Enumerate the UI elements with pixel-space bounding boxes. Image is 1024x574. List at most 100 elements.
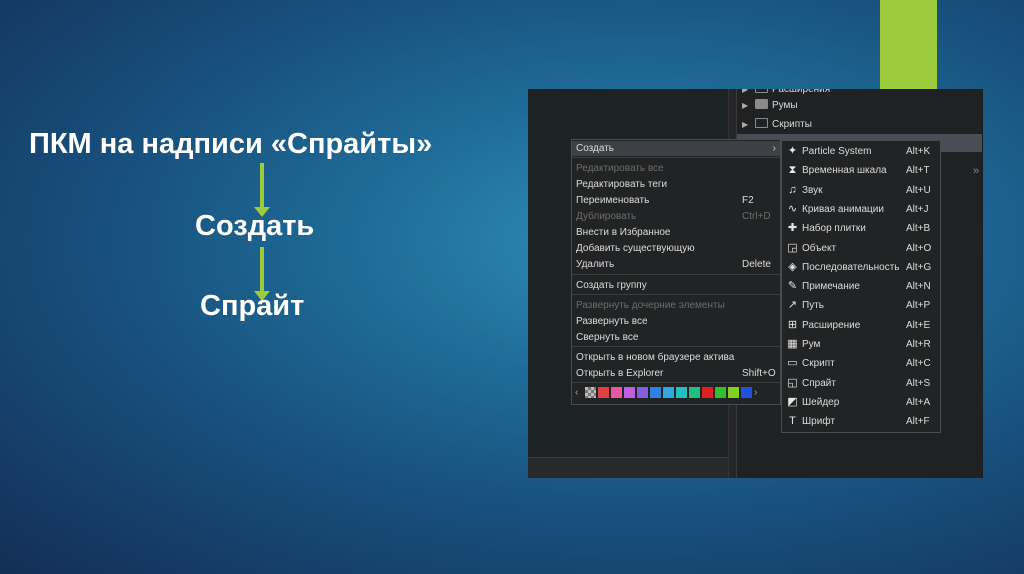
color-swatch[interactable] <box>728 387 739 398</box>
curve-icon: ∿ <box>787 202 798 215</box>
submenu-item[interactable]: ✚ Набор плитки Alt+B <box>782 219 940 238</box>
submenu-item-shortcut: Alt+R <box>906 339 931 350</box>
slide-step-1: ПКМ на надписи «Спрайты» <box>29 128 433 160</box>
menu-item-label: Дублировать <box>576 211 637 222</box>
menu-item-label: Редактировать все <box>576 163 664 174</box>
folder-icon <box>755 118 768 128</box>
submenu-item[interactable]: ▦ Рум Alt+R <box>782 335 940 354</box>
folder-icon <box>755 89 768 93</box>
sound-wave-icon: ♫ <box>788 183 797 196</box>
menu-item-label: Удалить <box>576 259 615 270</box>
menu-item-shortcut: Delete <box>742 259 771 270</box>
color-swatch-row: ‹ › <box>575 387 764 399</box>
submenu-item-shortcut: Alt+J <box>906 203 929 215</box>
menu-item-label: Развернуть все <box>576 316 648 327</box>
menu-item-label: Открыть в новом браузере актива <box>576 352 735 363</box>
object-icon: ◲ <box>787 241 798 254</box>
tileset-icon: ✚ <box>787 222 798 235</box>
submenu-item-shortcut: Alt+O <box>906 242 932 254</box>
tree-item-label: Скрипты <box>772 119 812 130</box>
color-swatch[interactable] <box>663 387 674 398</box>
sprite-icon: ◱ <box>787 376 798 389</box>
submenu-item[interactable]: ↗ Путь Alt+P <box>782 296 940 315</box>
context-menu-item[interactable]: Добавить существующую <box>572 241 780 256</box>
submenu-item[interactable]: ✎ Примечание Alt+N <box>782 277 940 296</box>
menu-item-label: Внести в Избранное <box>576 227 671 238</box>
context-menu-item[interactable]: Свернуть все <box>572 330 780 345</box>
submenu-item[interactable]: ◩ Шейдер Alt+A <box>782 393 940 412</box>
submenu-item[interactable]: ◱ Спрайт Alt+S <box>782 374 940 393</box>
submenu-item-shortcut: Alt+U <box>906 184 931 196</box>
color-swatch[interactable] <box>598 387 609 398</box>
expand-arrow-icon[interactable]: ▶ <box>742 118 752 132</box>
submenu-item-shortcut: Alt+T <box>906 165 930 177</box>
submenu-item[interactable]: ◈ Последовательность Alt+G <box>782 258 940 277</box>
font-icon: T <box>789 415 796 428</box>
context-menu-item[interactable]: Переименовать F2 <box>572 193 780 208</box>
submenu-item[interactable]: ⊞ Расширение Alt+E <box>782 316 940 335</box>
menu-item-label: Свернуть все <box>576 332 639 343</box>
hourglass-icon: ⧗ <box>788 164 797 177</box>
context-menu-item[interactable]: Открыть в Explorer Shift+O <box>572 366 780 381</box>
tree-item[interactable]: ▶ Румы <box>742 99 798 113</box>
sequence-icon: ◈ <box>788 260 797 273</box>
submenu-item-label: Скрипт <box>802 358 835 370</box>
context-menu-item[interactable]: Создать группу <box>572 278 780 293</box>
context-menu-item[interactable]: Редактировать все <box>572 161 780 176</box>
submenu-item[interactable]: T Шрифт Alt+F <box>782 412 940 431</box>
script-icon: ▭ <box>787 357 798 370</box>
submenu-item-shortcut: Alt+C <box>906 358 931 370</box>
submenu-item[interactable]: ∿ Кривая анимации Alt+J <box>782 200 940 219</box>
submenu-item-label: Particle System <box>802 146 872 157</box>
context-menu-item[interactable]: Открыть в новом браузере актива <box>572 350 780 365</box>
context-menu-item[interactable]: Развернуть дочерние элементы <box>572 298 780 313</box>
context-menu-item[interactable]: Внести в Избранное <box>572 225 780 240</box>
note-icon: ✎ <box>787 280 798 293</box>
expand-arrow-icon[interactable]: ▶ <box>742 89 752 97</box>
submenu-item-label: Звук <box>802 184 823 196</box>
tree-item-label: Расширения <box>772 89 831 95</box>
color-swatch[interactable] <box>585 387 596 398</box>
tree-item[interactable]: ▶ Скрипты <box>742 118 812 132</box>
submenu-item-label: Объект <box>802 242 837 254</box>
color-swatch[interactable] <box>741 387 752 398</box>
menu-item-label: Переименовать <box>576 195 650 206</box>
submenu-item[interactable]: ▭ Скрипт Alt+C <box>782 354 940 373</box>
color-swatch[interactable] <box>650 387 661 398</box>
color-swatch[interactable] <box>676 387 687 398</box>
folder-icon <box>755 99 768 109</box>
submenu-item[interactable]: ♫ Звук Alt+U <box>782 181 940 200</box>
context-menu-item[interactable]: Создать › <box>572 141 780 156</box>
color-swatch[interactable] <box>624 387 635 398</box>
color-swatch[interactable] <box>702 387 713 398</box>
tree-item[interactable]: ▶ Расширения <box>742 89 830 97</box>
color-swatch[interactable] <box>689 387 700 398</box>
expand-arrow-icon[interactable]: ▶ <box>742 99 752 113</box>
context-menu-item[interactable]: Удалить Delete <box>572 257 780 272</box>
submenu-item-shortcut: Alt+E <box>906 319 931 331</box>
shader-icon: ◩ <box>787 395 798 408</box>
submenu-item-label: Путь <box>802 300 824 312</box>
submenu-item[interactable]: ◲ Объект Alt+O <box>782 239 940 258</box>
menu-item-label: Редактировать теги <box>576 179 668 190</box>
submenu-item-shortcut: Alt+N <box>906 281 931 293</box>
chevron-right-icon: › <box>772 143 776 154</box>
color-swatch[interactable] <box>637 387 648 398</box>
chevron-left-icon[interactable]: ‹ <box>575 387 585 399</box>
chevron-right-icon[interactable]: » <box>973 165 979 177</box>
chevron-right-icon[interactable]: › <box>754 387 764 399</box>
color-swatch[interactable] <box>611 387 622 398</box>
path-icon: ↗ <box>787 299 798 312</box>
submenu-item-shortcut: Alt+B <box>906 223 931 235</box>
submenu-item-label: Последовательность <box>802 261 900 273</box>
menu-item-label: Развернуть дочерние элементы <box>576 300 725 311</box>
context-menu-item[interactable]: Развернуть все <box>572 314 780 329</box>
submenu-item[interactable]: ⧗ Временная шкала Alt+T <box>782 161 940 180</box>
menu-item-shortcut: Ctrl+D <box>742 211 771 222</box>
context-menu-item[interactable]: Дублировать Ctrl+D <box>572 209 780 224</box>
color-swatch[interactable] <box>715 387 726 398</box>
context-menu-item[interactable]: Редактировать теги <box>572 177 780 192</box>
accent-bar <box>880 0 937 89</box>
submenu-item-label: Спрайт <box>802 377 836 389</box>
submenu-item[interactable]: ✦ Particle System Alt+K <box>782 142 940 161</box>
